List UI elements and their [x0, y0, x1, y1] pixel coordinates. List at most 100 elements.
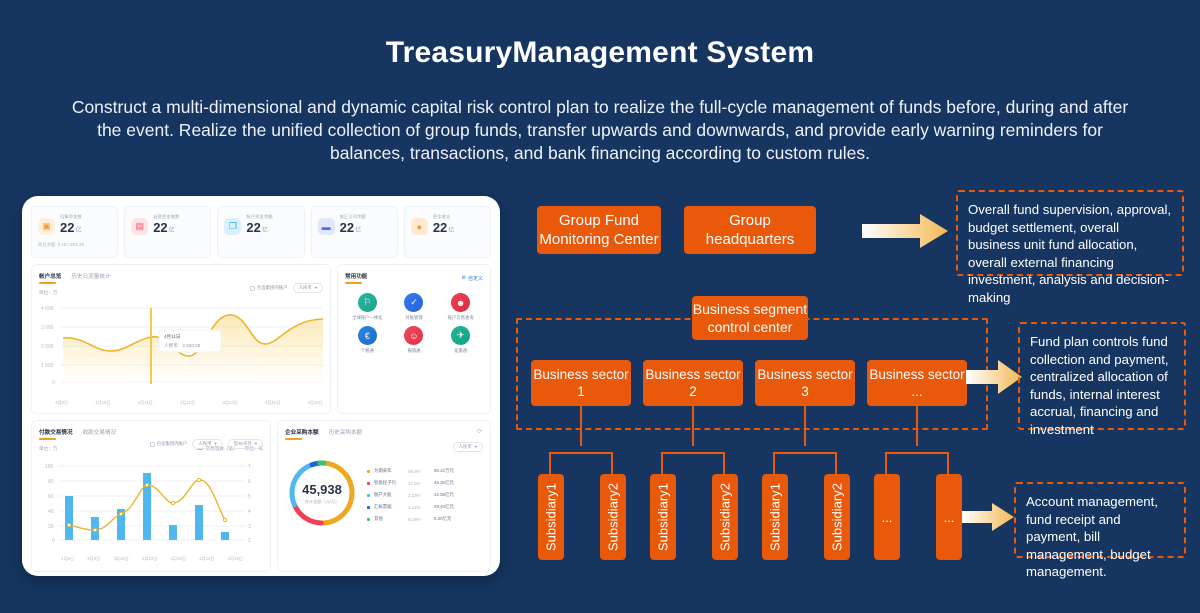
y-tick: 3 000	[41, 325, 54, 331]
legend-percent: 9.18%	[408, 516, 421, 522]
arrow-right-top-icon	[862, 214, 948, 248]
x-tick: 4月15日	[307, 400, 323, 405]
kpi-unit: 亿	[448, 228, 455, 234]
bar	[65, 496, 73, 540]
chevron-down-icon: ▾	[214, 441, 217, 446]
y-tick: 60	[48, 494, 54, 500]
legend-label: 其他	[374, 516, 383, 521]
tooltip-value: 人民币：2,920.06	[164, 342, 201, 349]
legend-item: 为期采年 49.3% 90.22万元	[367, 465, 454, 477]
subsidiary-box[interactable]: ...	[936, 474, 962, 560]
business-sector-2-box[interactable]: Business sector 2	[643, 360, 743, 406]
subsidiary-box[interactable]: Subsidiary1	[538, 474, 564, 560]
app-tile[interactable]: ✓ 对账管理	[392, 293, 437, 321]
kpi-subtext: 昨日余额 ￥287,863.20	[38, 242, 85, 247]
bar-chart-svg: 100 80 60 40 20 0 7 6 5 4 3 2	[45, 464, 251, 544]
app-tile[interactable]: ✈ 差旅通	[438, 326, 483, 354]
app-tile[interactable]: ☻ 账户交易查询	[438, 293, 483, 321]
include-group-accounts-checkbox[interactable]: 包含集团内账户	[149, 441, 187, 447]
legend-label: 汇帐票据	[374, 504, 392, 509]
currency-select[interactable]: 人民币 ▾	[292, 283, 323, 293]
page-subtitle: Construct a multi-dimensional and dynami…	[71, 97, 1129, 163]
note-top: Overall fund supervision, approval, budg…	[956, 190, 1184, 305]
box-label-line2: control center	[707, 319, 793, 335]
subsidiary-box[interactable]: Subsidiary1	[762, 474, 788, 560]
card-icon: ▬	[317, 218, 335, 235]
page-root: TreasuryManagement System Construct a mu…	[0, 0, 1200, 613]
app-tile[interactable]: ⚐ 全球账户一体化	[345, 293, 390, 321]
connector-drop-3a	[773, 452, 775, 474]
include-group-accounts-checkbox[interactable]: 包含集团内账户	[249, 285, 288, 291]
business-sector-3-box[interactable]: Business sector 3	[755, 360, 855, 406]
app-tile[interactable]: € 个税通	[345, 326, 390, 354]
y2-tick: 3	[248, 524, 251, 530]
kpi-card[interactable]: ▤ 自营资金笔数 22亿	[124, 206, 212, 258]
x-tick: 4月12日	[179, 400, 196, 405]
tab-history-purchase[interactable]: 历史采购本额	[329, 428, 363, 440]
euro-icon: €	[357, 326, 377, 345]
subsidiary-box[interactable]: Subsidiary2	[600, 474, 626, 560]
tab-account-overview[interactable]: 帐户总览	[39, 272, 61, 284]
x-tick: 4月11日	[137, 400, 153, 405]
refresh-icon[interactable]: ⟳	[477, 428, 482, 435]
customize-button[interactable]: ⚙ 自定义	[462, 275, 484, 282]
app-label: 账户交易查询	[447, 315, 474, 320]
chevron-down-icon: ▾	[474, 444, 477, 449]
legend-label: 为期采年	[374, 468, 392, 473]
arrow-right-middle-icon	[966, 360, 1022, 394]
x-tick: 4月14日	[265, 400, 281, 405]
group-fund-monitoring-center-box[interactable]: Group Fund Monitoring Center	[537, 206, 661, 254]
business-sector-4-box[interactable]: Business sector ...	[867, 360, 967, 406]
tab-history-flow[interactable]: 历史日流量统计	[71, 272, 110, 284]
tab-enterprise-purchase[interactable]: 企业采购本额	[285, 428, 319, 440]
subsidiary-box[interactable]: ...	[874, 474, 900, 560]
kpi-text: 自营资金笔数 22亿	[153, 214, 179, 239]
currency-select[interactable]: 人民币 ▾	[452, 442, 483, 452]
subsidiary-box[interactable]: Subsidiary2	[712, 474, 738, 560]
apps-grid: ⚐ 全球账户一体化 ✓ 对账管理 ☻ 账户交易查询 € 个税通 ☺ 报销通 ✈ 差旅通	[345, 293, 483, 354]
subsidiary-box[interactable]: Subsidiary1	[650, 474, 676, 560]
connector-drop-2b	[723, 452, 725, 474]
app-tile[interactable]: ☺ 报销通	[392, 326, 437, 354]
connector-drop-3b	[835, 452, 837, 474]
bar	[221, 532, 229, 540]
kpi-unit: 亿	[168, 228, 175, 234]
donut-tools: 人民币 ▾	[285, 442, 483, 452]
group-headquarters-box[interactable]: Group headquarters	[684, 206, 816, 254]
checkbox-label: 包含集团内账户	[256, 285, 288, 290]
period-select-value: 近30天付	[233, 441, 252, 446]
kpi-top: ● 资金收支 22亿	[410, 214, 484, 239]
business-sector-1-box[interactable]: Business sector 1	[531, 360, 631, 406]
currency-select[interactable]: 人民币 ▾	[192, 439, 223, 449]
tab-receipt-transactions[interactable]: 收款交易情况	[83, 428, 117, 440]
legend-percent: 4.12%	[408, 504, 421, 510]
flag-icon: ⚐	[357, 293, 377, 312]
connector-sector-2	[692, 406, 694, 446]
face-icon: ☺	[404, 326, 424, 345]
kpi-card[interactable]: ▣ 归集资金数 22亿 昨日余额 ￥287,863.20	[31, 206, 119, 258]
tab-payment-transactions[interactable]: 付款交易情况	[39, 428, 73, 440]
common-functions-card: 常用功能 ⚙ 自定义 ⚐ 全球账户一体化 ✓ 对账管理 ☻ 账户交易查询 € 个税通 ☺ 报…	[337, 264, 491, 414]
legend-label: 税产大股	[374, 492, 392, 497]
subsidiary-box[interactable]: Subsidiary2	[824, 474, 850, 560]
bar	[169, 525, 177, 540]
business-segment-control-center-box[interactable]: Business segment control center	[692, 296, 808, 340]
box-label-line2: headquarters	[705, 231, 795, 248]
y-tick: 40	[48, 509, 54, 515]
doc-check-icon: ✓	[404, 293, 424, 312]
app-label: 差旅通	[454, 348, 468, 353]
connector-split-4	[885, 452, 949, 454]
period-select[interactable]: 近30天付 ▾	[227, 439, 263, 449]
payment-transactions-card: 付款交易情况 收款交易情况 包含集团内账户 人民币 ▾ 近30天付 ▾ 单位：万 交…	[31, 420, 271, 572]
kpi-value: 22亿	[153, 220, 175, 235]
kpi-card[interactable]: ▬ 电汇公司余额 22亿	[310, 206, 398, 258]
card-tabs: 企业采购本额 历史采购本额 ⟳	[285, 428, 483, 440]
connector-sector-3	[804, 406, 806, 446]
y-tick: 100	[45, 464, 54, 470]
connector-sector-4	[916, 406, 918, 446]
y-tick: 20	[48, 524, 54, 530]
donut-legend: 为期采年 49.3% 90.22万元 智能程子包 17.5% 48.30亿元 税产大股 2…	[367, 465, 454, 525]
kpi-card[interactable]: ❐ 帐户资金余额 22亿	[217, 206, 305, 258]
line-chart: 4 000 3 000 2 000 1 000 0 4月11日 人民币：2,92…	[39, 298, 324, 406]
kpi-card[interactable]: ● 资金收支 22亿	[403, 206, 492, 258]
